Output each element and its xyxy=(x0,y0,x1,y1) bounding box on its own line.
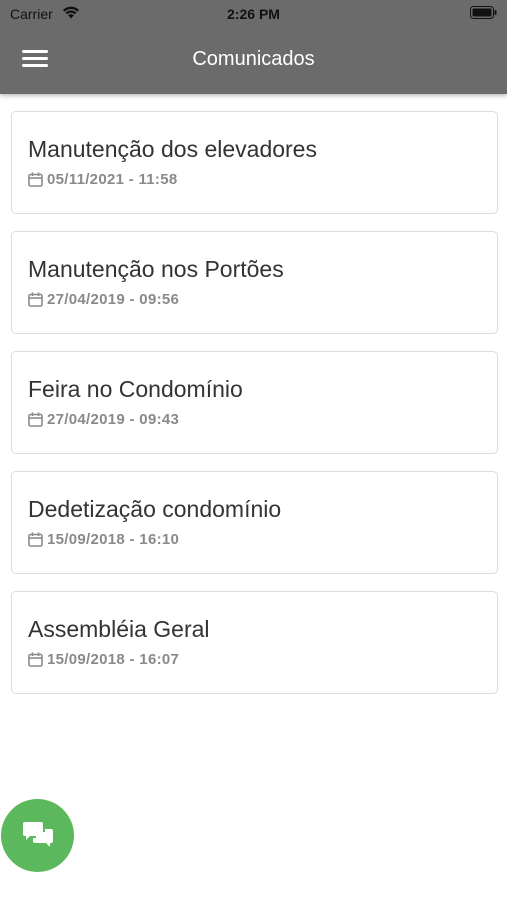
announcement-card[interactable]: Manutenção dos elevadores 05/11/2021 - 1… xyxy=(11,111,498,214)
clock: 2:26 PM xyxy=(227,6,280,22)
announcement-date-row: 05/11/2021 - 11:58 xyxy=(28,171,481,188)
announcement-date: 05/11/2021 - 11:58 xyxy=(47,171,178,188)
announcement-date-row: 15/09/2018 - 16:10 xyxy=(28,531,481,548)
calendar-icon xyxy=(28,532,43,547)
battery-icon xyxy=(470,6,497,19)
calendar-icon xyxy=(28,172,43,187)
announcement-card[interactable]: Dedetização condomínio 15/09/2018 - 16:1… xyxy=(11,471,498,574)
announcement-card[interactable]: Assembléia Geral 15/09/2018 - 16:07 xyxy=(11,591,498,694)
page-title: Comunicados xyxy=(192,48,315,70)
status-bar: Carrier 2:26 PM xyxy=(0,0,507,28)
announcement-title: Manutenção nos Portões xyxy=(28,256,284,282)
calendar-icon xyxy=(28,652,43,667)
announcement-date: 15/09/2018 - 16:10 xyxy=(47,531,180,548)
announcement-list: Manutenção dos elevadores 05/11/2021 - 1… xyxy=(11,111,498,711)
announcement-date-row: 15/09/2018 - 16:07 xyxy=(28,651,481,668)
announcement-title: Feira no Condomínio xyxy=(28,376,243,402)
announcement-date: 27/04/2019 - 09:43 xyxy=(47,411,180,428)
announcement-date-row: 27/04/2019 - 09:43 xyxy=(28,411,481,428)
announcement-title: Assembléia Geral xyxy=(28,616,210,642)
announcement-title: Dedetização condomínio xyxy=(28,496,282,522)
announcement-card[interactable]: Manutenção nos Portões 27/04/2019 - 09:5… xyxy=(11,231,498,334)
announcement-card[interactable]: Feira no Condomínio 27/04/2019 - 09:43 xyxy=(11,351,498,454)
announcement-title: Manutenção dos elevadores xyxy=(28,136,317,162)
announcement-date: 27/04/2019 - 09:56 xyxy=(47,291,180,308)
top-bar: Carrier 2:26 PM Comunicados xyxy=(0,0,507,94)
announcement-date-row: 27/04/2019 - 09:56 xyxy=(28,291,481,308)
announcement-date: 15/09/2018 - 16:07 xyxy=(47,651,180,668)
navigation-bar: Comunicados xyxy=(0,28,507,94)
calendar-icon xyxy=(28,292,43,307)
chat-icon xyxy=(22,821,53,847)
calendar-icon xyxy=(28,412,43,427)
chat-button[interactable] xyxy=(1,799,74,872)
